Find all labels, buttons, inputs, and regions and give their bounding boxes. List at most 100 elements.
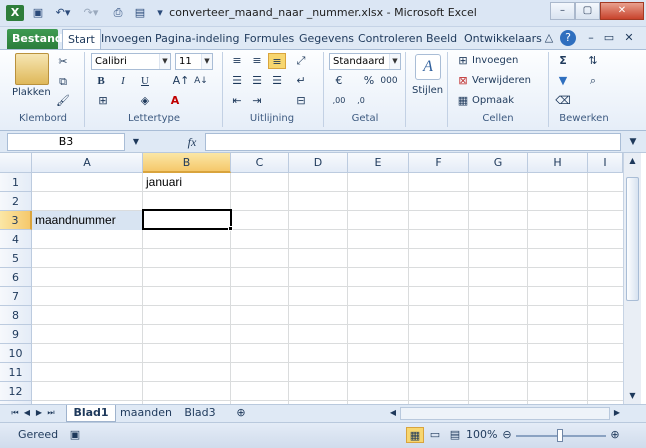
- delete-cells-icon[interactable]: ⊠: [454, 73, 472, 89]
- zoom-level[interactable]: 100%: [466, 427, 497, 443]
- column-header-a[interactable]: A: [32, 153, 143, 173]
- select-all-corner[interactable]: [0, 153, 32, 173]
- doc-minimize-icon[interactable]: –: [582, 30, 600, 46]
- column-header-i[interactable]: I: [588, 153, 623, 173]
- minimize-ribbon-icon[interactable]: △: [540, 30, 558, 46]
- tab-page-layout[interactable]: Pagina-indeling: [150, 29, 244, 49]
- macro-record-icon[interactable]: ▣: [66, 427, 84, 443]
- page-layout-view-icon[interactable]: ▭: [426, 427, 444, 443]
- row-header-12[interactable]: 12: [0, 382, 32, 401]
- font-color-icon[interactable]: A: [166, 93, 184, 109]
- align-middle-icon[interactable]: ≡: [248, 53, 266, 69]
- align-left-icon[interactable]: ☰: [228, 73, 246, 89]
- align-bottom-icon[interactable]: ≡: [268, 53, 286, 69]
- cut-icon[interactable]: ✂: [54, 54, 72, 70]
- zoom-slider-thumb[interactable]: [557, 429, 563, 442]
- increase-indent-icon[interactable]: ⇥: [248, 93, 266, 109]
- active-cell-selection[interactable]: [142, 209, 232, 230]
- fill-handle[interactable]: [228, 226, 233, 231]
- page-break-view-icon[interactable]: ▤: [446, 427, 464, 443]
- align-center-icon[interactable]: ☰: [248, 73, 266, 89]
- percent-icon[interactable]: %: [360, 73, 378, 89]
- name-box-dropdown-icon[interactable]: ▼: [127, 134, 145, 150]
- column-header-f[interactable]: F: [409, 153, 469, 173]
- fill-color-icon[interactable]: ◈: [136, 93, 154, 109]
- tab-review[interactable]: Controleren: [353, 29, 428, 49]
- tab-insert[interactable]: Invoegen: [96, 29, 157, 49]
- column-header-d[interactable]: D: [289, 153, 348, 173]
- zoom-in-icon[interactable]: ⊕: [606, 427, 624, 443]
- tab-data[interactable]: Gegevens: [294, 29, 359, 49]
- row-header-2[interactable]: 2: [0, 192, 32, 211]
- tab-file[interactable]: Bestand: [7, 29, 63, 49]
- row-header-1[interactable]: 1: [0, 173, 32, 192]
- number-format-select[interactable]: Standaard ▼: [329, 53, 401, 70]
- row-header-11[interactable]: 11: [0, 363, 32, 382]
- insert-function-icon[interactable]: fx: [183, 134, 201, 150]
- currency-icon[interactable]: €: [330, 73, 348, 89]
- row-header-5[interactable]: 5: [0, 249, 32, 268]
- column-header-g[interactable]: G: [469, 153, 528, 173]
- format-cells-icon[interactable]: ▦: [454, 93, 472, 109]
- sheet-tab-maanden[interactable]: maanden: [118, 405, 174, 422]
- borders-icon[interactable]: ⊞: [94, 93, 112, 109]
- decrease-indent-icon[interactable]: ⇤: [228, 93, 246, 109]
- formula-input[interactable]: [205, 133, 621, 151]
- bold-icon[interactable]: B: [92, 73, 110, 89]
- insert-cells-button[interactable]: Invoegen: [472, 53, 518, 69]
- column-header-e[interactable]: E: [348, 153, 409, 173]
- fill-icon[interactable]: ▼: [554, 73, 572, 89]
- delete-cells-button[interactable]: Verwijderen: [472, 73, 531, 89]
- row-header-9[interactable]: 9: [0, 325, 32, 344]
- sheet-tab-blad3[interactable]: Blad3: [178, 405, 222, 422]
- underline-icon[interactable]: U: [136, 73, 154, 89]
- increase-decimal-icon[interactable]: ,00: [330, 93, 348, 109]
- row-header-4[interactable]: 4: [0, 230, 32, 249]
- normal-view-icon[interactable]: ▦: [406, 427, 424, 443]
- scroll-thumb[interactable]: [626, 177, 639, 301]
- column-header-b[interactable]: B: [143, 153, 231, 173]
- name-box[interactable]: B3: [7, 133, 125, 151]
- row-header-8[interactable]: 8: [0, 306, 32, 325]
- merge-center-icon[interactable]: ⊟: [292, 93, 310, 109]
- wrap-text-icon[interactable]: ↵: [292, 73, 310, 89]
- italic-icon[interactable]: I: [114, 73, 132, 89]
- maximize-button[interactable]: ▢: [575, 2, 600, 20]
- scroll-right-icon[interactable]: ▶: [608, 405, 626, 421]
- autosum-icon[interactable]: Σ: [554, 53, 572, 69]
- orientation-icon[interactable]: ⤢: [292, 53, 310, 69]
- scroll-left-icon[interactable]: ◀: [384, 405, 402, 421]
- decrease-font-icon[interactable]: A↓: [192, 73, 210, 89]
- styles-icon[interactable]: A: [415, 54, 441, 80]
- font-name-select[interactable]: Calibri ▼: [91, 53, 171, 70]
- tab-view[interactable]: Beeld: [421, 29, 462, 49]
- help-icon[interactable]: ?: [560, 30, 576, 46]
- row-header-3[interactable]: 3: [0, 211, 32, 230]
- align-top-icon[interactable]: ≡: [228, 53, 246, 69]
- scroll-down-icon[interactable]: ▼: [624, 388, 641, 404]
- column-header-h[interactable]: H: [528, 153, 588, 173]
- comma-style-icon[interactable]: 000: [380, 73, 398, 89]
- row-header-6[interactable]: 6: [0, 268, 32, 287]
- paste-button[interactable]: Plakken: [12, 85, 51, 101]
- insert-cells-icon[interactable]: ⊞: [454, 53, 472, 69]
- sheet-tab-blad1[interactable]: Blad1: [66, 405, 116, 422]
- clear-icon[interactable]: ⌫: [554, 93, 572, 109]
- row-header-10[interactable]: 10: [0, 344, 32, 363]
- close-button[interactable]: ✕: [600, 2, 644, 20]
- cell-b1[interactable]: januari: [143, 173, 231, 192]
- find-select-icon[interactable]: ⌕: [584, 73, 602, 89]
- paste-icon[interactable]: [15, 53, 49, 85]
- column-header-c[interactable]: C: [231, 153, 289, 173]
- zoom-out-icon[interactable]: ⊖: [498, 427, 516, 443]
- insert-sheet-icon[interactable]: ⊕: [232, 405, 250, 421]
- font-size-select[interactable]: 11 ▼: [175, 53, 213, 70]
- minimize-button[interactable]: –: [550, 2, 575, 20]
- row-header-7[interactable]: 7: [0, 287, 32, 306]
- copy-icon[interactable]: ⧉: [54, 74, 72, 90]
- last-sheet-icon[interactable]: ⏭: [42, 405, 60, 421]
- align-right-icon[interactable]: ☰: [268, 73, 286, 89]
- sort-filter-icon[interactable]: ⇅: [584, 53, 602, 69]
- decrease-decimal-icon[interactable]: ,0: [352, 93, 370, 109]
- format-cells-button[interactable]: Opmaak: [472, 93, 514, 109]
